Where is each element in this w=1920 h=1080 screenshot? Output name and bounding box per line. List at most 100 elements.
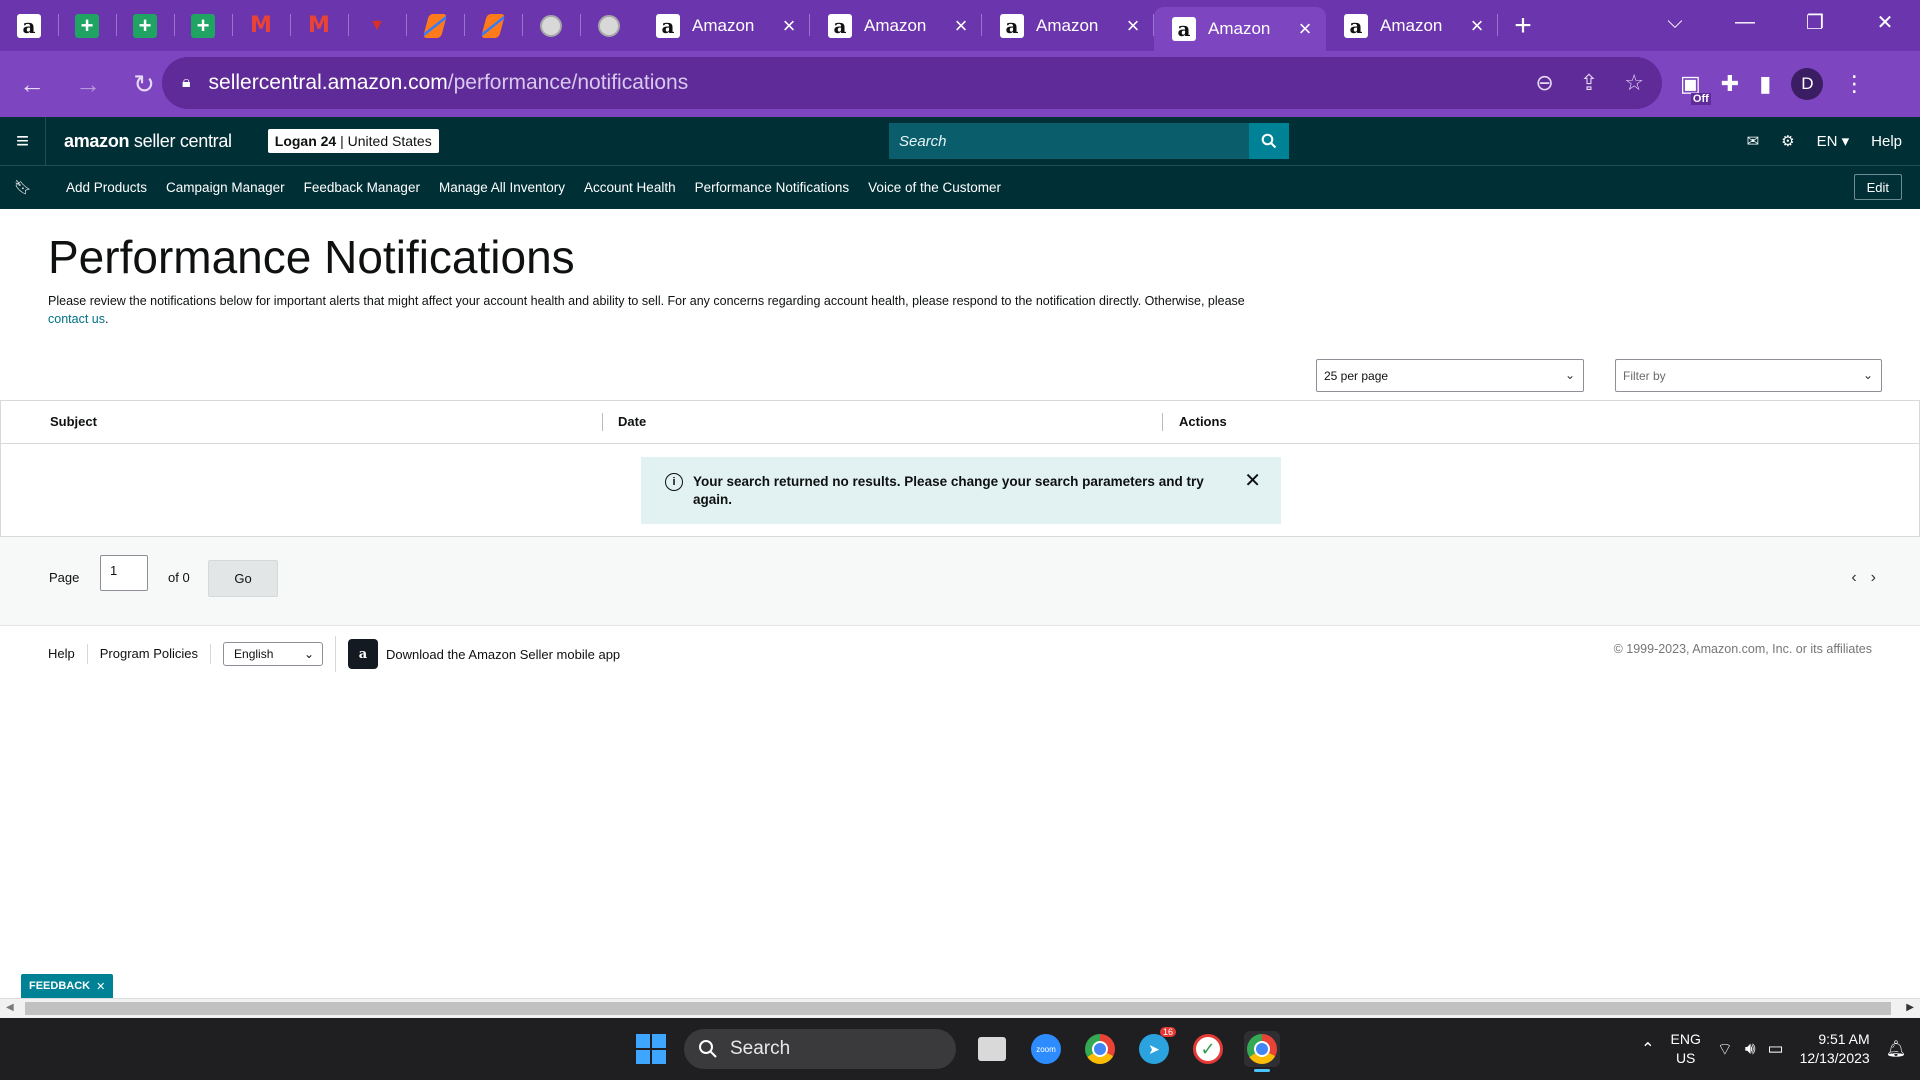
gear-icon[interactable]: ⚙ [1781, 132, 1794, 150]
extension-off-icon[interactable]: ▣ Off [1680, 71, 1711, 105]
nav-manage-all-inventory[interactable]: Manage All Inventory [439, 180, 565, 195]
chrome-app-icon[interactable] [1082, 1031, 1118, 1067]
windows-start-icon[interactable] [636, 1034, 666, 1064]
nav-add-products[interactable]: Add Products [66, 180, 147, 195]
column-subject[interactable]: Subject [50, 414, 97, 429]
minimize-icon[interactable]: — [1710, 0, 1780, 44]
bookmark-star-icon[interactable]: ☆ [1624, 70, 1644, 96]
search-input[interactable] [889, 123, 1249, 159]
go-button[interactable]: Go [208, 560, 278, 597]
download-app-link[interactable]: a Download the Amazon Seller mobile app [335, 636, 620, 672]
pinned-tab-sheets[interactable]: + [116, 0, 174, 51]
notification-bell-icon[interactable]: 🔔︎ [1886, 1039, 1906, 1059]
tab-search-icon[interactable]: ⌵ [1640, 0, 1710, 44]
filter-select[interactable]: Filter by ⌄ [1615, 359, 1882, 392]
forward-icon[interactable]: → [64, 60, 112, 108]
page-number-input[interactable]: 1 [100, 555, 148, 591]
side-panel-icon[interactable]: ▮ [1759, 71, 1771, 97]
browser-tab[interactable]: a Amazon × [982, 0, 1154, 51]
more-vertical-icon[interactable]: ⋮ [1843, 71, 1865, 97]
nav-account-health[interactable]: Account Health [584, 180, 676, 195]
bookmark-icon[interactable]: 🔖︎ [0, 179, 46, 196]
search-icon[interactable] [1249, 123, 1289, 159]
pinned-tab-app[interactable]: ▼ [348, 0, 406, 51]
scroll-right-icon[interactable]: ▶ [1906, 1002, 1914, 1013]
close-icon[interactable]: × [950, 13, 972, 39]
pinned-tabs: a + + + M M ▼ [0, 0, 638, 51]
input-language[interactable]: ENG US [1671, 1030, 1701, 1068]
tab-title: Amazon [692, 15, 755, 35]
zoom-app-icon[interactable]: zoom [1028, 1031, 1064, 1067]
browser-tab[interactable]: a Amazon × [810, 0, 982, 51]
help-link[interactable]: Help [1871, 133, 1902, 150]
feedback-button[interactable]: FEEDBACK ✕ [21, 974, 114, 998]
language-selector[interactable]: EN ▾ [1817, 132, 1850, 150]
mail-icon[interactable]: ✉ [1747, 132, 1760, 150]
browser-tab[interactable]: a Amazon × [1326, 0, 1498, 51]
pinned-tab-globe[interactable] [522, 0, 580, 51]
close-icon[interactable]: ✕ [96, 980, 105, 993]
lock-icon[interactable]: 🔒︎ [182, 74, 191, 92]
reload-icon[interactable]: ↻ [120, 60, 168, 108]
pinned-tab-sheets[interactable]: + [58, 0, 116, 51]
share-icon[interactable]: ⇪ [1580, 70, 1598, 96]
pinned-tab-globe[interactable] [580, 0, 638, 51]
bookmark-nav: 🔖︎ Add Products Campaign Manager Feedbac… [0, 165, 1920, 209]
pinned-tab-amazon[interactable]: a [0, 0, 58, 51]
hamburger-menu-icon[interactable]: ≡ [0, 117, 46, 165]
telegram-app-icon[interactable]: ➤ 16 [1136, 1027, 1176, 1067]
close-window-icon[interactable]: ✕ [1850, 0, 1920, 44]
system-icons[interactable]: ⌔ 🔊︎ ▭ [1717, 1039, 1784, 1060]
seller-central-logo[interactable]: amazon seller central [64, 131, 232, 152]
page-label: Page [49, 570, 80, 585]
tab-title: Amazon [1208, 19, 1271, 38]
sheets-icon: + [191, 13, 215, 38]
clock[interactable]: 9:51 AM 12/13/2023 [1800, 1030, 1870, 1068]
pinned-tab-tool[interactable] [406, 0, 464, 51]
pinned-tab-gmail[interactable]: M [232, 0, 290, 51]
nav-performance-notifications[interactable]: Performance Notifications [695, 180, 850, 195]
lang-top: ENG [1670, 1031, 1701, 1047]
horizontal-scrollbar[interactable]: ◀ ▶ [0, 998, 1920, 1018]
footer-help-link[interactable]: Help [0, 644, 88, 664]
chevron-right-icon[interactable]: › [1871, 569, 1876, 587]
scroll-left-icon[interactable]: ◀ [6, 1002, 14, 1013]
pinned-tab-gmail[interactable]: M [290, 0, 348, 51]
footer-program-policies-link[interactable]: Program Policies [88, 644, 212, 664]
chrome-active-app-icon[interactable] [1244, 1031, 1280, 1072]
volume-icon: 🔊︎ [1744, 1038, 1756, 1058]
zoom-out-icon[interactable]: ⊖ [1535, 70, 1553, 96]
close-icon[interactable]: × [1294, 16, 1316, 42]
nav-voice-of-customer[interactable]: Voice of the Customer [868, 180, 1001, 195]
restore-icon[interactable]: ❐ [1780, 0, 1850, 44]
page-total: of 0 [168, 570, 190, 585]
account-switcher[interactable]: Logan 24 | United States [267, 129, 439, 153]
new-tab-button[interactable]: + [1498, 0, 1548, 51]
browser-tab-active[interactable]: a Amazon × [1154, 7, 1326, 51]
taskbar-search[interactable]: Search [684, 1029, 956, 1069]
per-page-select[interactable]: 25 per page ⌄ [1316, 359, 1584, 392]
close-icon[interactable]: × [778, 13, 800, 39]
profile-avatar[interactable]: D [1791, 68, 1824, 100]
close-icon[interactable]: × [1122, 13, 1144, 39]
puzzle-icon[interactable]: ✚ [1721, 71, 1739, 97]
nav-feedback-manager[interactable]: Feedback Manager [304, 180, 420, 195]
chevron-up-icon[interactable]: ⌃ [1641, 1039, 1654, 1059]
nav-campaign-manager[interactable]: Campaign Manager [166, 180, 285, 195]
scrollbar-thumb[interactable] [25, 1002, 1891, 1015]
address-bar[interactable]: 🔒︎ sellercentral.amazon.com/performance/… [162, 57, 1662, 109]
contact-us-link[interactable]: contact us [48, 312, 105, 326]
pinned-tab-tool[interactable] [464, 0, 522, 51]
column-date[interactable]: Date [618, 414, 646, 429]
task-view-icon[interactable] [974, 1031, 1010, 1067]
checkmark-app-icon[interactable]: ✓ [1190, 1031, 1226, 1067]
pinned-tab-sheets[interactable]: + [174, 0, 232, 51]
tool-icon [422, 13, 448, 38]
chevron-left-icon[interactable]: ‹ [1851, 569, 1856, 587]
browser-tab[interactable]: a Amazon × [638, 0, 810, 51]
edit-button[interactable]: Edit [1853, 174, 1902, 200]
close-icon[interactable]: × [1466, 13, 1488, 39]
footer-language-select[interactable]: English ⌄ [223, 642, 324, 666]
back-icon[interactable]: ← [8, 60, 56, 108]
close-icon[interactable]: ✕ [1244, 471, 1261, 491]
